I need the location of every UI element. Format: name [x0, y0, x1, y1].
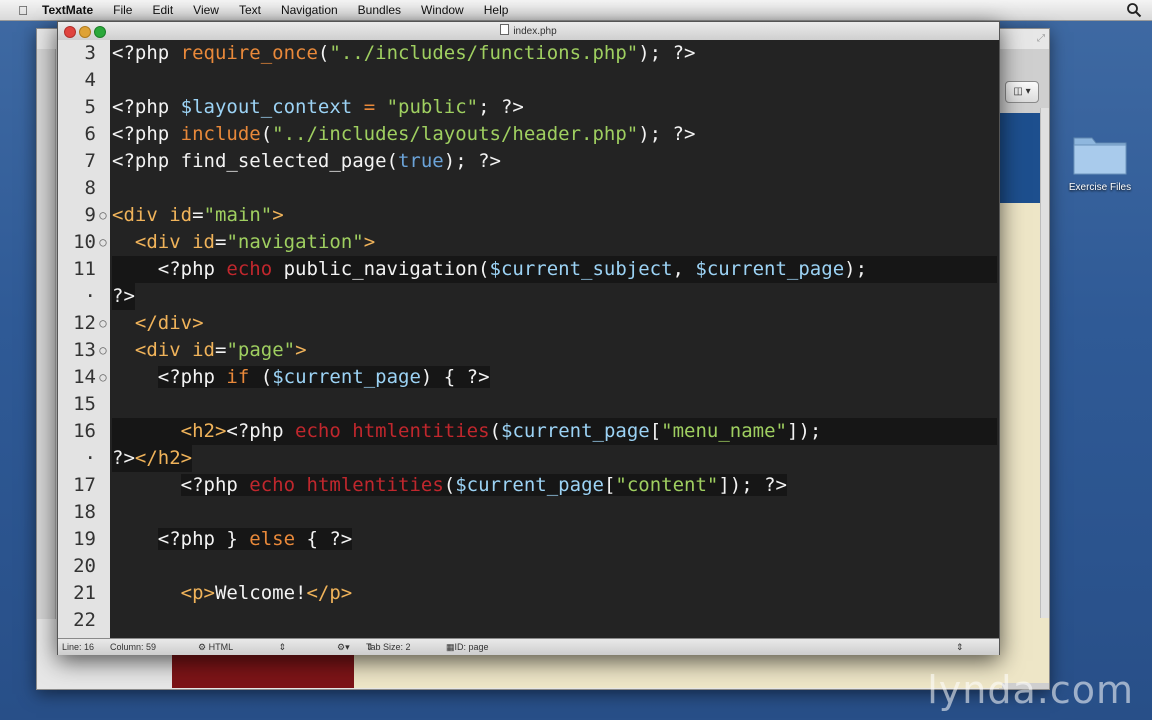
background-footer-accent	[172, 652, 354, 688]
resize-icon[interactable]: ⤢	[1037, 33, 1045, 44]
line-number: 3	[84, 42, 96, 64]
symbol-selector[interactable]: ▦ ID: page	[446, 639, 489, 655]
menu-text[interactable]: Text	[239, 3, 261, 17]
line-number: 11	[73, 258, 96, 280]
document-icon	[500, 24, 510, 35]
line-number: 12	[73, 312, 96, 334]
line-number: 7	[84, 150, 96, 172]
line-number: 9	[84, 204, 96, 226]
apple-icon[interactable]: 	[16, 3, 30, 18]
spotlight-search-icon[interactable]	[1126, 2, 1142, 18]
line-number: 22	[73, 609, 96, 631]
fold-marker-icon[interactable]: ○	[98, 229, 108, 256]
code-line: <?php require_once("../includes/function…	[112, 42, 696, 64]
code-line: <?php find_selected_page(true); ?>	[112, 150, 501, 172]
menu-view[interactable]: View	[193, 3, 219, 17]
textmate-window: index.php <?php require_once("../include…	[57, 21, 1000, 655]
line-number: 17	[73, 474, 96, 496]
lynda-watermark: lynda.com	[927, 668, 1134, 712]
menu-window[interactable]: Window	[421, 3, 464, 17]
bundle-menu-icon[interactable]: ⚙▾	[337, 639, 350, 655]
line-number: 14	[73, 366, 96, 388]
code-editor[interactable]: <?php require_once("../includes/function…	[110, 40, 999, 638]
code-line: <?php include("../includes/layouts/heade…	[112, 123, 696, 145]
code-line: </div>	[134, 312, 204, 334]
menu-app-textmate[interactable]: TextMate	[42, 3, 93, 17]
line-number: 13	[73, 339, 96, 361]
code-line: <?php echo public_navigation($current_su…	[112, 256, 997, 283]
fold-marker-icon[interactable]: ○	[98, 310, 108, 337]
background-sidebar	[37, 49, 56, 619]
window-title: index.php	[513, 26, 557, 37]
fold-marker-icon[interactable]: ○	[98, 202, 108, 229]
desktop-folder-exercise-files[interactable]: Exercise Files	[1060, 130, 1140, 193]
code-line-wrap: ?>	[112, 283, 135, 310]
menu-bundles[interactable]: Bundles	[358, 3, 401, 17]
line-number: 21	[73, 582, 96, 604]
menu-navigation[interactable]: Navigation	[281, 3, 338, 17]
line-number: 5	[84, 96, 96, 118]
line-number: 10	[73, 231, 96, 253]
code-line: <?php echo htmlentities($current_page["c…	[180, 474, 787, 496]
status-column: Column: 59	[110, 642, 157, 652]
code-line: <?php if ($current_page) { ?>	[157, 366, 490, 388]
line-number: 8	[84, 177, 96, 199]
code-line: <?php } else { ?>	[157, 528, 353, 550]
tab-size-selector[interactable]: Tab Size: 2 ⇕	[366, 639, 411, 655]
folder-icon	[1072, 130, 1128, 176]
window-titlebar[interactable]: index.php	[58, 22, 999, 41]
view-options-button[interactable]: ◫ ▾	[1005, 81, 1039, 103]
code-line: <div id="page">	[134, 339, 307, 361]
line-number: 4	[84, 69, 96, 91]
code-line-current: <h2><?php echo htmlentities($current_pag…	[112, 418, 997, 445]
line-number: 19	[73, 528, 96, 550]
language-selector[interactable]: ⚙ HTML ⇕	[198, 639, 286, 655]
background-scrollbar[interactable]	[1040, 108, 1049, 618]
line-number: 20	[73, 555, 96, 577]
fold-marker-icon[interactable]: ○	[98, 364, 108, 391]
menu-edit[interactable]: Edit	[152, 3, 173, 17]
symbol-selector-arrow[interactable]: ⇕	[956, 639, 964, 655]
menu-file[interactable]: File	[113, 3, 132, 17]
line-number: 6	[84, 123, 96, 145]
fold-marker-icon[interactable]: ○	[98, 337, 108, 364]
code-line-wrap: ?></h2>	[112, 445, 193, 472]
menu-bar:  TextMate File Edit View Text Navigatio…	[0, 0, 1152, 21]
code-line: <div id="main">	[112, 204, 284, 226]
desktop-icon-label: Exercise Files	[1068, 182, 1132, 193]
menu-help[interactable]: Help	[484, 3, 509, 17]
line-number: 18	[73, 501, 96, 523]
status-line: Line: 16	[62, 642, 95, 652]
code-line: <?php $layout_context = "public"; ?>	[112, 96, 524, 118]
line-number: 16	[73, 420, 96, 442]
status-bar: Line: 16 Column: 59 ⚙ HTML ⇕ ⚙▾ Tab Size…	[58, 638, 999, 655]
line-number: ·	[84, 285, 96, 307]
line-number: ·	[84, 447, 96, 469]
line-number: 15	[73, 393, 96, 415]
code-line: <div id="navigation">	[134, 231, 376, 253]
code-line: <p>Welcome!</p>	[180, 582, 353, 604]
